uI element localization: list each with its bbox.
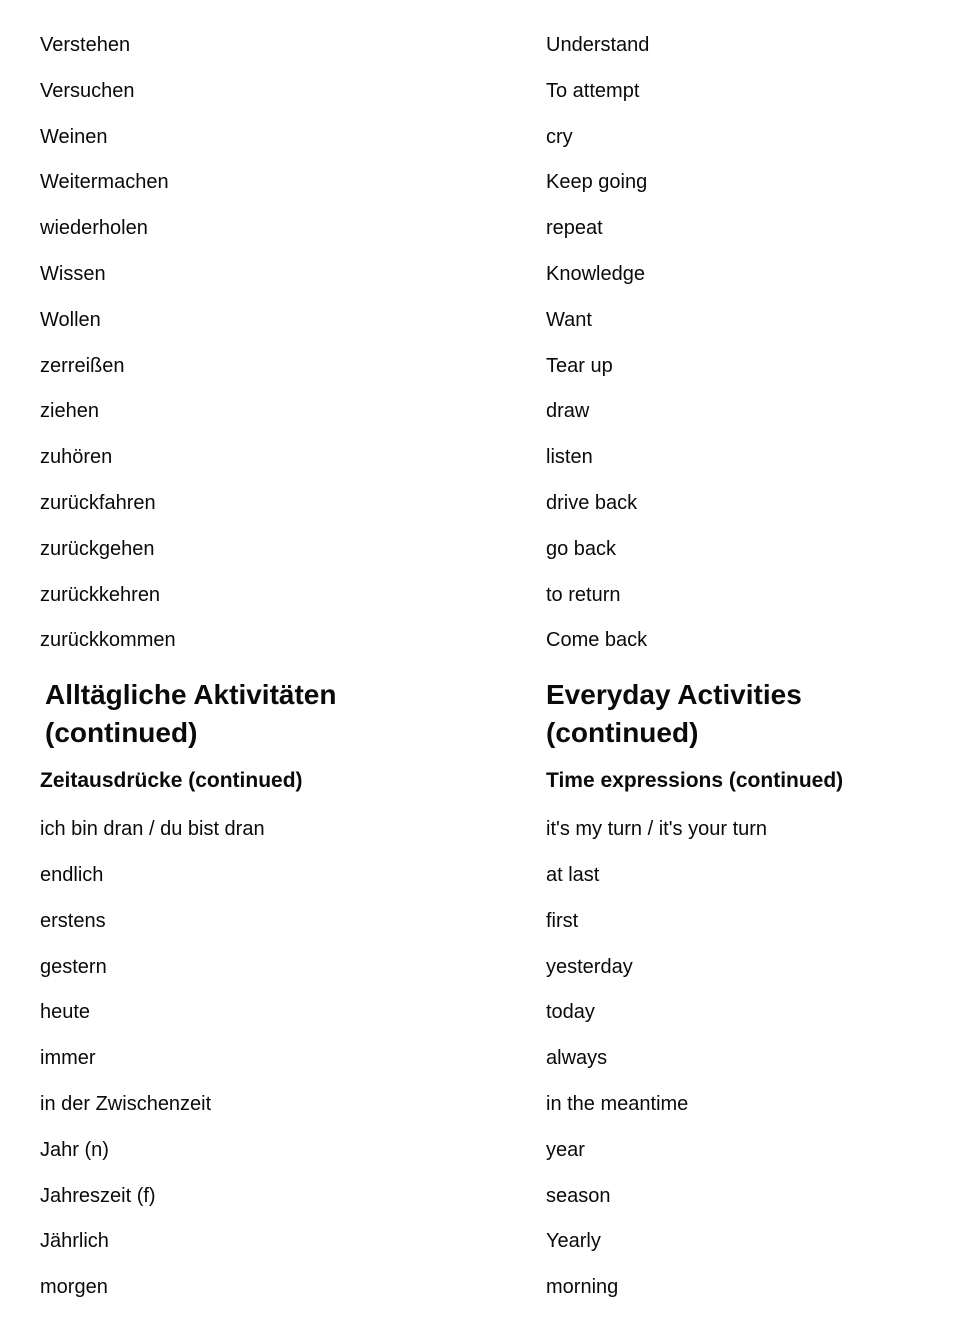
vocabulary-term: zurückkehren xyxy=(40,583,161,606)
vocabulary-row: Wollen Want xyxy=(0,298,978,344)
vocabulary-translation: go back xyxy=(546,537,617,560)
vocabulary-row: Weinen cry xyxy=(0,115,978,161)
vocabulary-translation: always xyxy=(546,1047,608,1070)
vocabulary-translation: in the meantime xyxy=(546,1092,689,1115)
vocabulary-list-bottom: ich bin dran / du bist dran it's my turn … xyxy=(0,807,978,1311)
vocabulary-translation: draw xyxy=(546,400,590,423)
vocabulary-translation: repeat xyxy=(546,217,603,240)
vocabulary-translation: To attempt xyxy=(546,79,640,102)
vocabulary-term: morgen xyxy=(40,1276,108,1299)
vocabulary-translation: yesterday xyxy=(546,955,633,978)
vocabulary-term: zurückkommen xyxy=(40,629,176,652)
vocabulary-row: zuhören listen xyxy=(0,435,978,481)
vocabulary-row: morgen morning xyxy=(0,1265,978,1311)
vocabulary-translation: Want xyxy=(546,308,592,331)
vocabulary-row: immer always xyxy=(0,1036,978,1082)
vocabulary-page: Verstehen Understand Versuchen To attempt We… xyxy=(0,0,978,1340)
vocabulary-term: heute xyxy=(40,1001,91,1024)
vocabulary-row: zurückgehen go back xyxy=(0,527,978,573)
vocabulary-translation: season xyxy=(546,1184,611,1207)
vocabulary-term: Jährlich xyxy=(40,1230,109,1253)
vocabulary-row: zurückkehren to return xyxy=(0,573,978,619)
vocabulary-translation: cry xyxy=(546,125,573,148)
section-heading-band: Alltägliche Aktivitäten (continued) Zeit… xyxy=(0,664,978,807)
vocabulary-row: zurückkommen Come back xyxy=(0,618,978,664)
vocabulary-translation: morning xyxy=(546,1276,619,1299)
vocabulary-term: gestern xyxy=(40,955,107,978)
vocabulary-row: erstens first xyxy=(0,899,978,945)
subsection-title-english: Time expressions (continued) xyxy=(546,769,844,793)
vocabulary-row: Weitermachen Keep going xyxy=(0,160,978,206)
vocabulary-translation: today xyxy=(546,1001,595,1024)
vocabulary-row: heute today xyxy=(0,990,978,1036)
vocabulary-row: endlich at last xyxy=(0,853,978,899)
vocabulary-row: zurückfahren drive back xyxy=(0,481,978,527)
subsection-title-german: Zeitausdrücke (continued) xyxy=(40,769,303,793)
vocabulary-row: Wissen Knowledge xyxy=(0,252,978,298)
vocabulary-row: in der Zwischenzeit in the meantime xyxy=(0,1082,978,1128)
vocabulary-translation: to return xyxy=(546,583,621,606)
vocabulary-row: Verstehen Understand xyxy=(0,23,978,69)
vocabulary-row: Jahr (n) year xyxy=(0,1128,978,1174)
vocabulary-translation: Knowledge xyxy=(546,262,645,285)
vocabulary-row: Versuchen To attempt xyxy=(0,69,978,115)
vocabulary-term: Weitermachen xyxy=(40,171,169,194)
vocabulary-term: ich bin dran / du bist dran xyxy=(40,818,265,841)
vocabulary-term: Jahr (n) xyxy=(40,1138,109,1161)
vocabulary-term: Jahreszeit (f) xyxy=(40,1184,156,1207)
vocabulary-translation: Come back xyxy=(546,629,648,652)
vocabulary-translation: Understand xyxy=(546,34,650,56)
vocabulary-translation: at last xyxy=(546,863,600,886)
vocabulary-row: zerreißen Tear up xyxy=(0,344,978,390)
vocabulary-term: in der Zwischenzeit xyxy=(40,1092,212,1115)
vocabulary-translation: listen xyxy=(546,446,593,469)
vocabulary-term: endlich xyxy=(40,863,104,886)
page-title-english: Everyday Activities (continued) xyxy=(546,679,802,749)
vocabulary-term: immer xyxy=(40,1047,96,1070)
vocabulary-translation: it's my turn / it's your turn xyxy=(546,818,768,841)
page-title-german: Alltägliche Aktivitäten (continued) xyxy=(45,679,337,749)
vocabulary-translation: year xyxy=(546,1138,585,1161)
vocabulary-term: Wollen xyxy=(40,308,101,331)
vocabulary-term: Weinen xyxy=(40,125,108,148)
vocabulary-translation: drive back xyxy=(546,491,638,514)
vocabulary-row: wiederholen repeat xyxy=(0,206,978,252)
vocabulary-term: zerreißen xyxy=(40,354,125,377)
vocabulary-term: wiederholen xyxy=(40,217,148,240)
vocabulary-row: Jahreszeit (f) season xyxy=(0,1174,978,1220)
section-heading-english: Everyday Activities (continued) Time exp… xyxy=(503,664,978,807)
vocabulary-row: ich bin dran / du bist dran it's my turn … xyxy=(0,807,978,853)
vocabulary-translation: Yearly xyxy=(546,1230,601,1253)
vocabulary-term: Versuchen xyxy=(40,79,135,102)
vocabulary-row: Jährlich Yearly xyxy=(0,1219,978,1265)
vocabulary-translation: first xyxy=(546,909,579,932)
vocabulary-term: zurückgehen xyxy=(40,537,155,560)
vocabulary-term: zurückfahren xyxy=(40,491,156,514)
vocabulary-term: ziehen xyxy=(40,400,99,423)
vocabulary-term: erstens xyxy=(40,909,106,932)
vocabulary-row: gestern yesterday xyxy=(0,945,978,991)
vocabulary-term: Verstehen xyxy=(40,34,131,56)
vocabulary-term: zuhören xyxy=(40,446,113,469)
vocabulary-row: ziehen draw xyxy=(0,389,978,435)
vocabulary-list-top: Verstehen Understand Versuchen To attempt We… xyxy=(0,23,978,664)
vocabulary-term: Wissen xyxy=(40,262,106,285)
vocabulary-translation: Tear up xyxy=(546,354,613,377)
vocabulary-translation: Keep going xyxy=(546,171,648,194)
section-heading-german: Alltägliche Aktivitäten (continued) Zeit… xyxy=(0,664,503,807)
